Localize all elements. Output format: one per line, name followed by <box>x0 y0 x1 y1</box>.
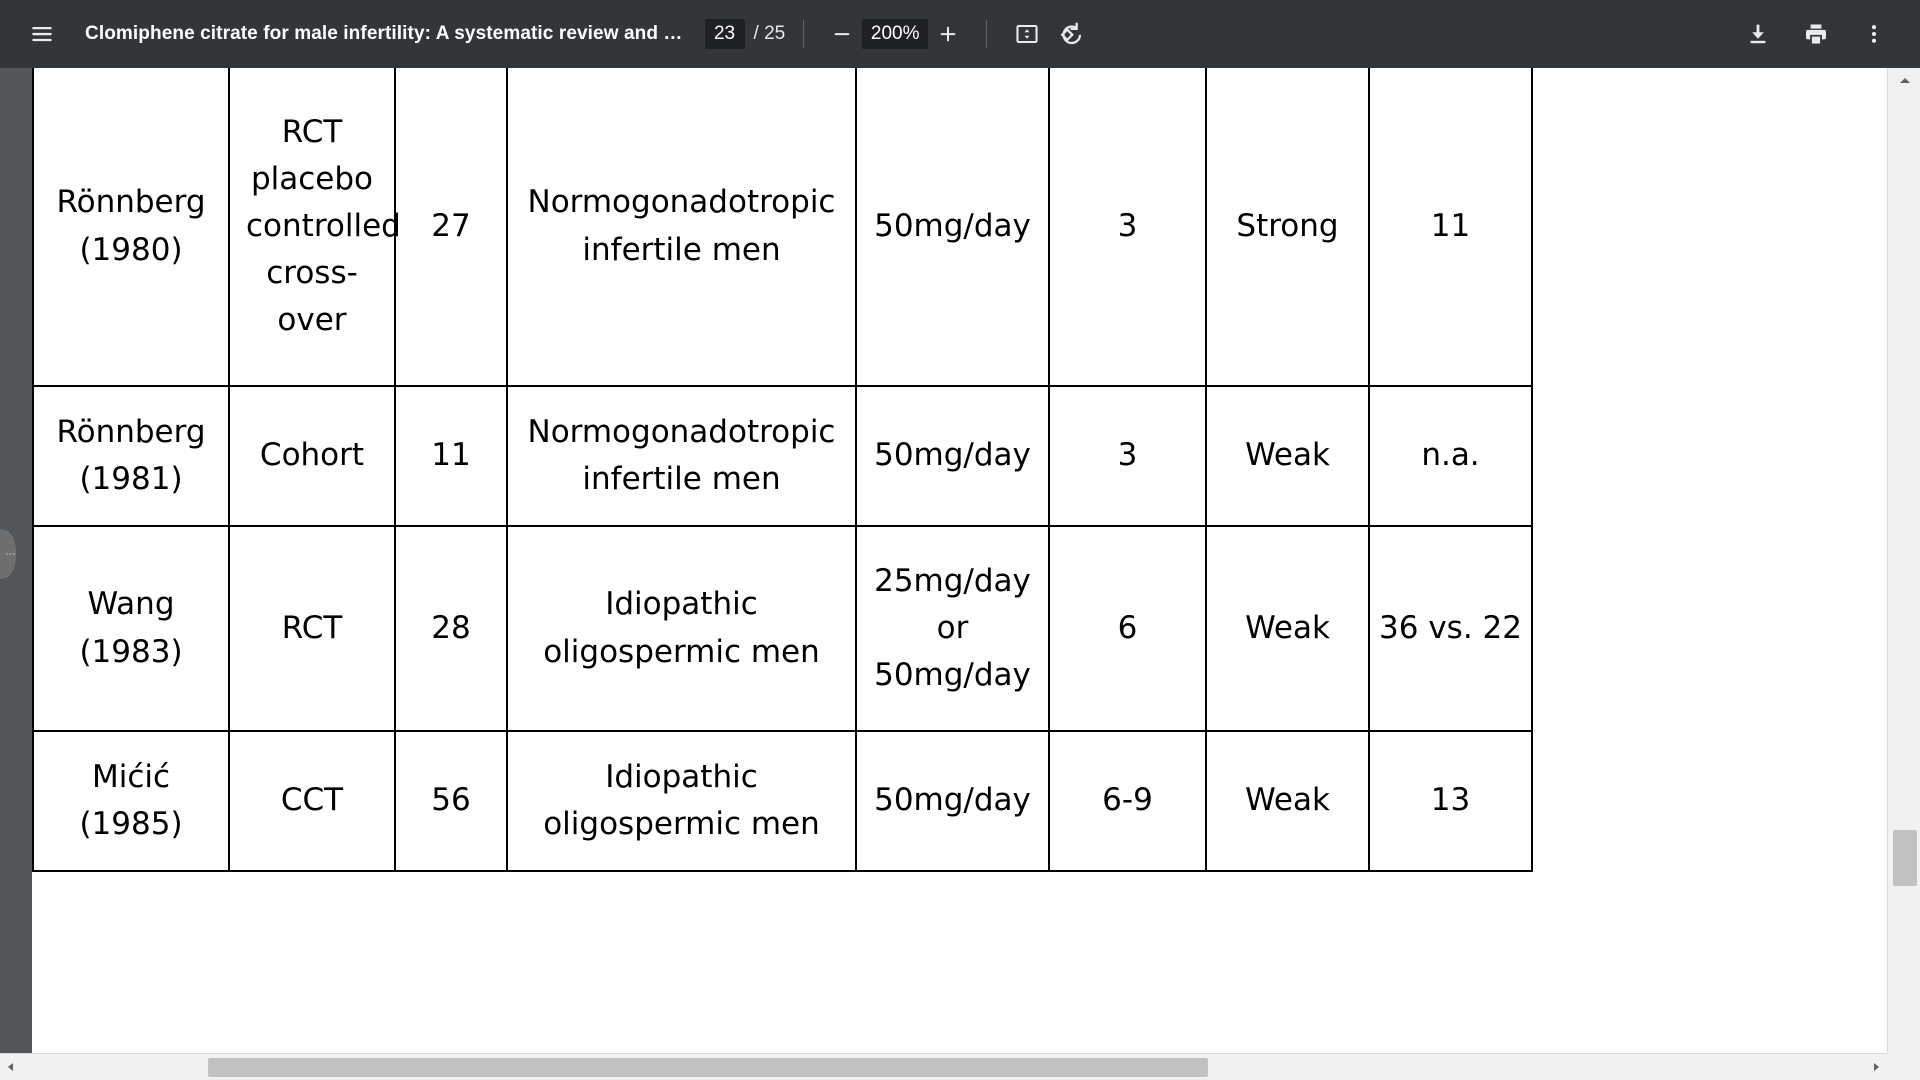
cell-pregnancies: n.a. <box>1368 385 1533 527</box>
vertical-scrollbar-thumb[interactable] <box>1893 830 1917 886</box>
population-line-2: oligospermic men <box>543 806 820 842</box>
cell-evidence: Weak <box>1205 730 1370 872</box>
author-name: Rönnberg <box>56 413 206 450</box>
cell-dose: 50mg/day <box>855 730 1050 872</box>
author-year: (1980) <box>79 231 183 268</box>
cell-author-year: Wang (1983) <box>32 525 230 732</box>
author-name: Wang <box>87 586 175 623</box>
caret-up-icon[interactable] <box>1888 68 1920 94</box>
more-vertical-icon[interactable] <box>1852 12 1896 56</box>
cell-evidence: Strong <box>1205 68 1370 387</box>
print-icon[interactable] <box>1794 12 1838 56</box>
cell-duration: 6-9 <box>1048 730 1207 872</box>
vertical-scrollbar[interactable] <box>1887 68 1920 1080</box>
cell-dose: 50mg/day <box>855 68 1050 387</box>
cell-study-design: CCT <box>228 730 396 872</box>
cell-dose: 25mg/day or 50mg/day <box>855 525 1050 732</box>
population-line-1: Idiopathic <box>605 758 758 795</box>
population-line-2: infertile men <box>582 461 781 497</box>
table-row: Rönnberg (1981) Cohort 11 Normogonadotro… <box>32 385 1533 527</box>
pdf-viewer[interactable]: Rönnberg (1980) RCT placebo controlled c… <box>0 68 1920 1080</box>
toolbar-divider-2 <box>986 20 988 48</box>
population-line-1: Normogonadotropic <box>527 413 836 450</box>
page-count-label: / 25 <box>753 23 786 44</box>
cell-pregnancies: 11 <box>1368 68 1533 387</box>
zoom-level-input[interactable]: 200% <box>862 19 929 49</box>
dose-line-1: 25mg/day <box>874 562 1031 599</box>
pdf-toolbar: Clomiphene citrate for male infertility:… <box>0 0 1920 68</box>
caret-right-icon[interactable] <box>1865 1054 1887 1080</box>
toolbar-right-actions <box>1722 12 1896 56</box>
cell-n: 28 <box>394 525 508 732</box>
population-line-1: Idiopathic <box>605 586 758 623</box>
horizontal-scrollbar[interactable] <box>0 1053 1887 1080</box>
cell-population: Idiopathic oligospermic men <box>506 525 857 732</box>
cell-study-design: RCT <box>228 525 396 732</box>
table-row: Rönnberg (1980) RCT placebo controlled c… <box>32 68 1533 387</box>
cell-n: 11 <box>394 385 508 527</box>
page-navigation: 23 / 25 <box>704 19 786 49</box>
fit-to-page-icon[interactable] <box>1005 12 1049 56</box>
caret-left-icon[interactable] <box>0 1054 22 1080</box>
cell-population: Normogonadotropic infertile men <box>506 385 857 527</box>
cell-evidence: Weak <box>1205 385 1370 527</box>
cell-n: 56 <box>394 730 508 872</box>
population-line-1: Normogonadotropic <box>527 184 836 221</box>
author-name: Rönnberg <box>56 184 206 221</box>
horizontal-scrollbar-thumb[interactable] <box>208 1058 1208 1077</box>
cell-pregnancies: 13 <box>1368 730 1533 872</box>
studies-table: Rönnberg (1980) RCT placebo controlled c… <box>32 68 1533 872</box>
author-name: Mićić <box>91 758 171 795</box>
cell-author-year: Mićić (1985) <box>32 730 230 872</box>
page-number-input[interactable]: 23 <box>704 19 745 49</box>
cell-pregnancies: 36 vs. 22 <box>1368 525 1533 732</box>
panel-expand-handle-icon[interactable] <box>0 523 32 585</box>
author-year: (1985) <box>79 806 183 842</box>
toolbar-divider-1 <box>803 20 805 48</box>
pdf-page-sheet: Rönnberg (1980) RCT placebo controlled c… <box>32 68 1887 1080</box>
cell-evidence: Weak <box>1205 525 1370 732</box>
cell-duration: 3 <box>1048 385 1207 527</box>
cell-n: 27 <box>394 68 508 387</box>
zoom-controls: 200% <box>822 14 968 54</box>
cell-author-year: Rönnberg (1981) <box>32 385 230 527</box>
cell-author-year: Rönnberg (1980) <box>32 68 230 387</box>
study-design-text: RCT placebo controlled cross-over <box>246 113 401 339</box>
cell-study-design: RCT placebo controlled cross-over <box>228 68 401 387</box>
document-title: Clomiphene citrate for male infertility:… <box>85 23 683 44</box>
population-line-2: oligospermic men <box>543 633 820 670</box>
cell-population: Idiopathic oligospermic men <box>506 730 857 872</box>
table-row: Mićić (1985) CCT 56 Idiopathic oligosper… <box>32 730 1533 872</box>
rotate-counterclockwise-icon[interactable] <box>1049 12 1093 56</box>
scrollbar-corner <box>1887 1053 1920 1080</box>
hamburger-menu-icon[interactable] <box>20 12 64 56</box>
cell-dose: 50mg/day <box>855 385 1050 527</box>
dose-line-2: or <box>936 609 969 646</box>
cell-study-design: Cohort <box>228 385 396 527</box>
author-year: (1983) <box>79 633 183 670</box>
population-line-2: infertile men <box>582 231 781 268</box>
download-icon[interactable] <box>1736 12 1780 56</box>
cell-duration: 6 <box>1048 525 1207 732</box>
zoom-out-button[interactable] <box>822 14 862 54</box>
author-year: (1981) <box>79 461 183 497</box>
pdf-page-canvas: Rönnberg (1980) RCT placebo controlled c… <box>0 68 1887 1080</box>
table-row: Wang (1983) RCT 28 Idiopathic oligosperm… <box>32 525 1533 732</box>
zoom-in-button[interactable] <box>928 14 968 54</box>
dose-line-3: 50mg/day <box>874 657 1031 694</box>
cell-population: Normogonadotropic infertile men <box>506 68 857 387</box>
cell-duration: 3 <box>1048 68 1207 387</box>
